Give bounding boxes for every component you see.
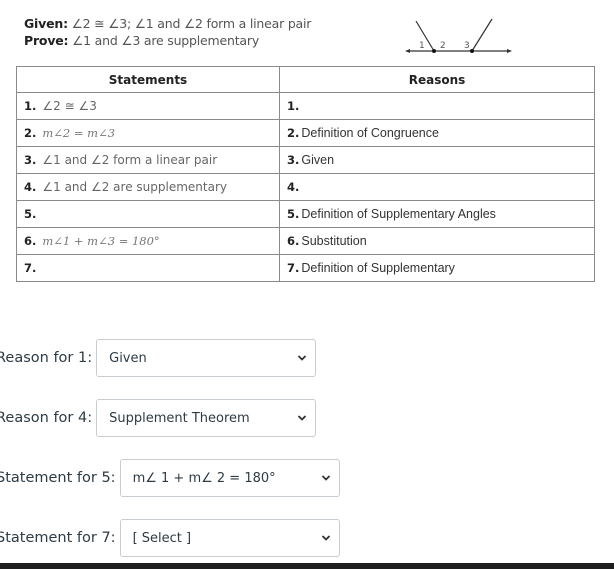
- statement-cell: 6. m∠1 + m∠3 = 180°: [16, 227, 280, 255]
- reason-text: Definition of Congruence: [301, 126, 439, 140]
- vertex-left: [432, 49, 436, 53]
- reasons-header: Reasons: [279, 66, 595, 93]
- given-label: Given:: [24, 16, 68, 31]
- statement-number: 1.: [24, 99, 37, 113]
- reason-cell: 3. Given: [279, 146, 595, 174]
- statement-text: ∠1 and ∠2 form a linear pair: [42, 153, 218, 167]
- table-row: 6. m∠1 + m∠3 = 180° 6. Substitution: [16, 227, 595, 255]
- reason-number: 2.: [287, 126, 300, 140]
- reason-text: Given: [301, 153, 335, 167]
- angle-label-1: 1: [419, 41, 425, 51]
- vertex-right: [470, 49, 474, 53]
- statement-cell: 7.: [16, 254, 280, 282]
- proof-table: Statements Reasons 1. ∠2 ≅ ∠3 1. 2. m∠2 = m∠…: [16, 66, 595, 282]
- answer-label: Statement for 5:: [0, 470, 116, 486]
- chevron-down-icon: [321, 475, 330, 481]
- reason-cell: 7. Definition of Supplementary: [279, 254, 595, 282]
- reason-cell: 2. Definition of Congruence: [279, 119, 595, 147]
- table-header-row: Statements Reasons: [16, 66, 595, 93]
- prove-text: ∠1 and ∠3 are supplementary: [72, 33, 260, 48]
- prove-line: Prove: ∠1 and ∠3 are supplementary: [24, 32, 311, 49]
- reason-number: 6.: [287, 234, 300, 248]
- reason-number: 3.: [287, 153, 300, 167]
- statement-7-select[interactable]: [ Select ]: [119, 519, 340, 557]
- statement-cell: 5.: [16, 200, 280, 228]
- problem-statement: Given: ∠2 ≅ ∠3; ∠1 and ∠2 form a linear …: [24, 15, 311, 49]
- table-row: 1. ∠2 ≅ ∠3 1.: [16, 92, 595, 120]
- answer-row-reason-4: Reason for 4: Supplement Theorem: [0, 398, 317, 438]
- reason-text: Definition of Supplementary Angles: [301, 207, 496, 221]
- reason-number: 5.: [287, 207, 300, 221]
- statement-5-select[interactable]: m∠ 1 + m∠ 2 = 180°: [119, 459, 340, 497]
- answer-row-statement-7: Statement for 7: [ Select ]: [0, 518, 340, 558]
- given-text: ∠2 ≅ ∠3; ∠1 and ∠2 form a linear pair: [71, 16, 312, 31]
- table-row: 4. ∠1 and ∠2 are supplementary 4.: [16, 173, 595, 201]
- reason-number: 1.: [287, 99, 300, 113]
- reason-number: 4.: [287, 180, 300, 194]
- answer-label: Statement for 7:: [0, 530, 116, 546]
- reason-cell: 6. Substitution: [279, 227, 595, 255]
- statement-number: 3.: [24, 153, 37, 167]
- bottom-bar: [0, 563, 614, 569]
- reason-4-select[interactable]: Supplement Theorem: [96, 399, 317, 437]
- statement-cell: 4. ∠1 and ∠2 are supplementary: [16, 173, 280, 201]
- statement-text: ∠2 ≅ ∠3: [42, 99, 97, 113]
- statement-number: 2.: [24, 126, 37, 140]
- statement-text: ∠1 and ∠2 are supplementary: [42, 180, 227, 194]
- statement-text: m∠1 + m∠3 = 180°: [42, 234, 160, 248]
- selected-value: Supplement Theorem: [109, 410, 250, 426]
- answer-label: Reason for 4:: [0, 410, 93, 426]
- table-row: 5. 5. Definition of Supplementary Angles: [16, 200, 595, 228]
- statement-number: 4.: [24, 180, 37, 194]
- selected-value: [ Select ]: [132, 530, 192, 546]
- answer-row-statement-5: Statement for 5: m∠ 1 + m∠ 2 = 180°: [0, 458, 340, 498]
- statements-header: Statements: [16, 66, 280, 93]
- statement-cell: 3. ∠1 and ∠2 form a linear pair: [16, 146, 280, 174]
- chevron-down-icon: [297, 415, 307, 421]
- right-arrowhead: [507, 49, 512, 53]
- statement-cell: 2. m∠2 = m∠3: [16, 119, 280, 147]
- table-row: 3. ∠1 and ∠2 form a linear pair 3. Given: [16, 146, 595, 174]
- selected-value: m∠ 1 + m∠ 2 = 180°: [132, 470, 276, 486]
- reason-text: Definition of Supplementary: [301, 261, 455, 275]
- reason-number: 7.: [287, 261, 300, 275]
- answer-row-reason-1: Reason for 1: Given: [0, 338, 317, 378]
- right-ray: [471, 18, 493, 52]
- angle-label-3: 3: [464, 41, 470, 51]
- table-row: 7. 7. Definition of Supplementary: [16, 254, 595, 282]
- reason-cell: 4.: [279, 173, 595, 201]
- reason-text: Substitution: [301, 234, 367, 248]
- reason-1-select[interactable]: Given: [96, 339, 317, 377]
- angle-figure: 1 2 3: [405, 18, 512, 53]
- prove-label: Prove:: [24, 33, 69, 48]
- reason-cell: 5. Definition of Supplementary Angles: [279, 200, 595, 228]
- table-row: 2. m∠2 = m∠3 2. Definition of Congruence: [16, 119, 595, 147]
- angle-label-2: 2: [440, 41, 446, 51]
- chevron-down-icon: [297, 355, 307, 361]
- reason-cell: 1.: [279, 92, 595, 120]
- statement-number: 5.: [24, 207, 37, 221]
- statement-number: 7.: [24, 261, 37, 275]
- statement-text: m∠2 = m∠3: [42, 126, 116, 140]
- selected-value: Given: [109, 350, 147, 366]
- statement-number: 6.: [24, 234, 37, 248]
- chevron-down-icon: [321, 535, 330, 541]
- statement-cell: 1. ∠2 ≅ ∠3: [16, 92, 280, 120]
- left-arrowhead: [405, 49, 410, 53]
- answer-label: Reason for 1:: [0, 350, 93, 366]
- given-line: Given: ∠2 ≅ ∠3; ∠1 and ∠2 form a linear …: [24, 15, 311, 32]
